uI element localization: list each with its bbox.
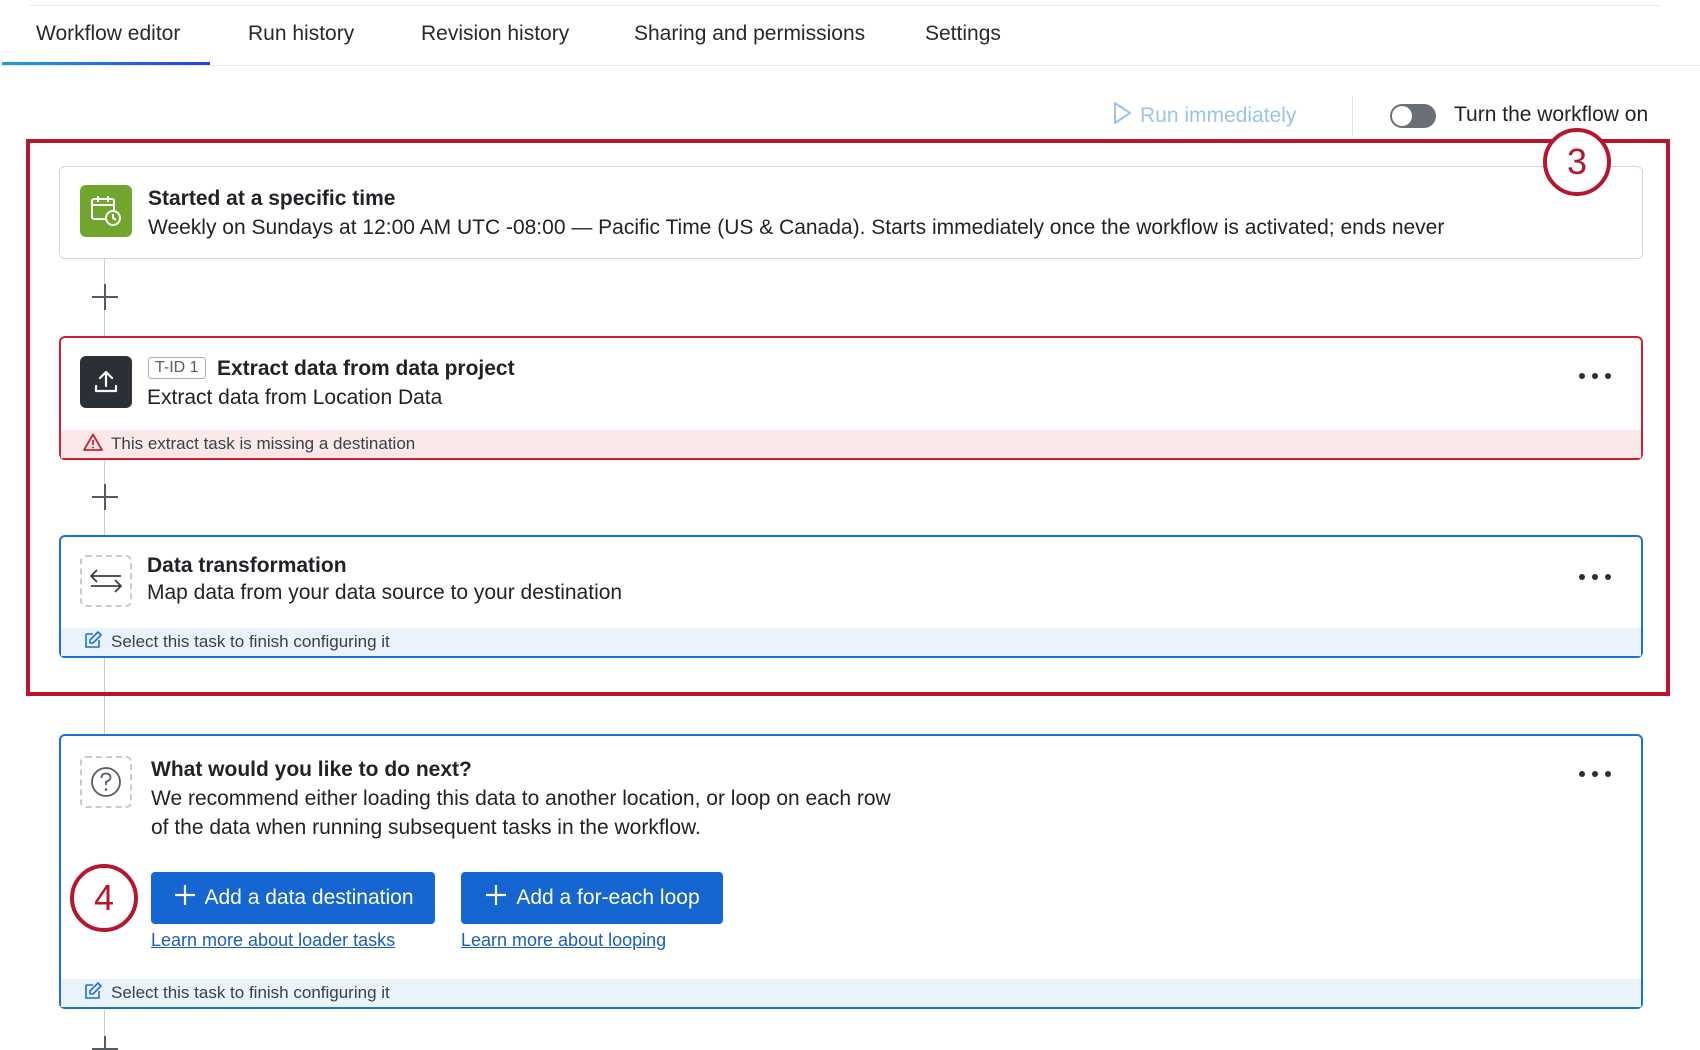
more-options-icon[interactable] xyxy=(1579,762,1611,786)
next-step-description-line1: We recommend either loading this data to… xyxy=(151,787,891,810)
workflow-toggle-label: Turn the workflow on xyxy=(1454,103,1649,126)
toggle-knob xyxy=(1392,106,1412,126)
add-for-each-loop-label: Add a for-each loop xyxy=(516,886,700,909)
tab-sharing-permissions[interactable]: Sharing and permissions xyxy=(634,22,865,46)
next-step-description-line2: of the data when running subsequent task… xyxy=(151,816,701,839)
next-step-card[interactable]: What would you like to do next? We recom… xyxy=(59,734,1643,1009)
tab-bar: Workflow editor Run history Revision his… xyxy=(0,0,1700,66)
active-tab-indicator xyxy=(2,62,210,65)
add-data-destination-label: Add a data destination xyxy=(204,886,414,909)
plus-icon xyxy=(173,883,197,913)
callout-number: 4 xyxy=(70,864,138,932)
learn-loader-tasks-link[interactable]: Learn more about loader tasks xyxy=(151,930,395,951)
question-icon xyxy=(80,756,132,808)
run-immediately-label: Run immediately xyxy=(1140,104,1297,127)
tab-settings[interactable]: Settings xyxy=(925,22,1001,46)
add-for-each-loop-button[interactable]: Add a for-each loop xyxy=(461,872,723,924)
tab-revision-history[interactable]: Revision history xyxy=(421,22,569,46)
configure-hint-text: Select this task to finish configuring i… xyxy=(111,983,390,1002)
configure-hint: Select this task to finish configuring i… xyxy=(61,979,1641,1007)
tab-run-history[interactable]: Run history xyxy=(248,22,354,46)
add-data-destination-button[interactable]: Add a data destination xyxy=(151,872,435,924)
run-immediately-button[interactable]: Run immediately xyxy=(1112,101,1296,131)
next-step-title: What would you like to do next? xyxy=(151,758,472,781)
edit-icon xyxy=(83,981,103,1006)
annotation-highlight-box xyxy=(26,139,1670,696)
add-step-plus-icon[interactable] xyxy=(92,1036,118,1050)
workflow-toggle[interactable] xyxy=(1390,104,1436,128)
plus-icon xyxy=(484,883,508,913)
learn-looping-link[interactable]: Learn more about looping xyxy=(461,930,666,951)
callout-number: 3 xyxy=(1543,128,1611,196)
toolbar-divider xyxy=(1352,96,1353,136)
tab-workflow-editor[interactable]: Workflow editor xyxy=(36,22,180,46)
play-icon xyxy=(1112,101,1132,131)
